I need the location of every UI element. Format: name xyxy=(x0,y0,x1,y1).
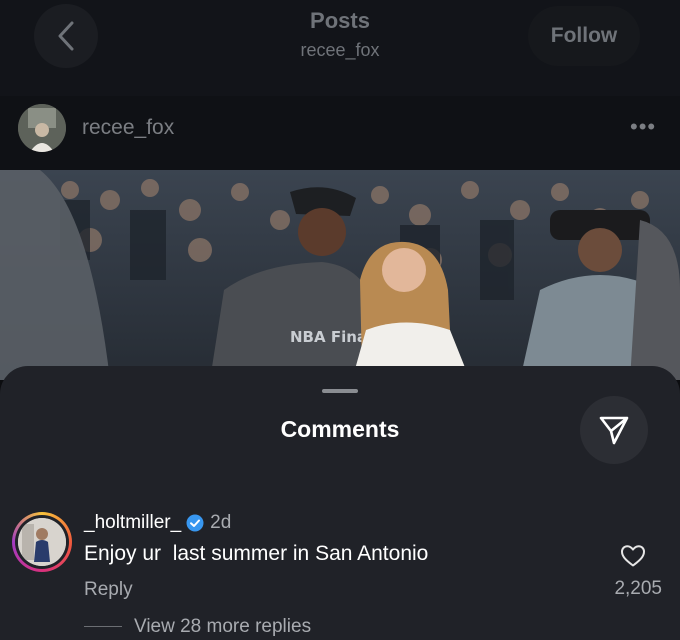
comment-text: Enjoy ur last summer in San Antonio xyxy=(84,542,429,565)
comment-timestamp: 2d xyxy=(210,512,232,533)
more-horizontal-icon[interactable]: ••• xyxy=(630,114,656,140)
post-username[interactable]: recee_fox xyxy=(82,116,174,140)
comments-title: Comments xyxy=(280,416,400,442)
divider xyxy=(84,626,122,627)
send-icon xyxy=(599,416,629,445)
comment-username[interactable]: _holtmiller_ xyxy=(84,512,181,534)
share-button[interactable] xyxy=(580,396,648,464)
reply-button[interactable]: Reply xyxy=(84,579,133,601)
view-more-replies-button[interactable]: View 28 more replies xyxy=(134,616,311,638)
follow-button[interactable]: Follow xyxy=(528,6,640,66)
comment-item: _holtmiller_ 2d Enjoy ur last summer in … xyxy=(0,506,680,640)
verified-badge-icon xyxy=(186,514,204,532)
drag-handle[interactable] xyxy=(322,389,358,393)
post-author-row: recee_fox ••• xyxy=(0,96,680,170)
post-photo[interactable]: NBA Finals xyxy=(0,170,680,380)
story-ring-avatar[interactable] xyxy=(12,512,72,572)
top-bar: Posts recee_fox Follow xyxy=(0,0,680,96)
like-count: 2,205 xyxy=(614,578,662,599)
instagram-post-comments-screen: Posts recee_fox Follow recee_fox ••• NBA… xyxy=(0,0,680,640)
avatar xyxy=(18,518,66,566)
comments-sheet: Comments _holtmiller_ 2d Enjoy ur last s… xyxy=(0,366,680,640)
avatar[interactable] xyxy=(18,104,66,152)
heart-icon[interactable] xyxy=(620,544,646,573)
